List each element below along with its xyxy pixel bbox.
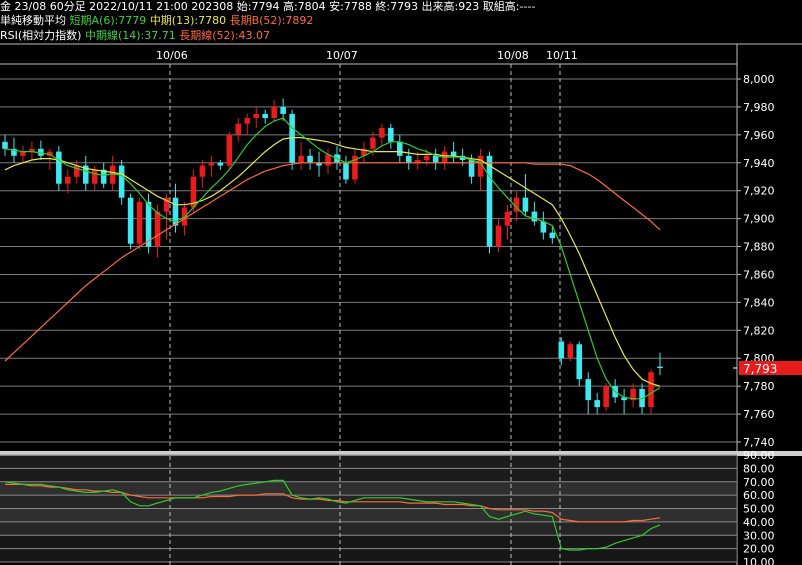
candle-body [594, 400, 600, 408]
last-price-marker: 7,793 [733, 361, 802, 376]
candle-body [522, 197, 529, 212]
price-tick-label: 7,880 [743, 241, 775, 254]
rsi-tick-label: 70.00 [743, 476, 775, 489]
price-tick-label: 7,820 [743, 324, 775, 337]
candle-body [325, 154, 331, 166]
candle-body [307, 155, 313, 163]
candle-body [423, 155, 430, 160]
price-tick-label: 7,840 [743, 296, 775, 309]
candle-body [226, 134, 233, 166]
candle-body [65, 176, 71, 184]
rsi-tick-label: 10.00 [743, 556, 775, 565]
candle-body [486, 155, 493, 247]
candle-body [280, 106, 286, 114]
rsi-band [0, 521, 737, 536]
candle-body [217, 162, 224, 166]
candle-body [405, 155, 412, 163]
date-label: 10/08 [497, 49, 529, 62]
candle-body [388, 127, 394, 142]
candle-body [549, 232, 556, 239]
last-price-label: 7,793 [743, 362, 777, 376]
candle-body [603, 386, 609, 408]
rsi-band [0, 481, 737, 496]
candle-body [20, 151, 26, 156]
date-label: 10/06 [156, 49, 188, 62]
rsi-grid [0, 454, 737, 563]
candle-body [576, 344, 583, 380]
candle-body [540, 221, 547, 233]
candle-body [531, 211, 538, 222]
candle-body [567, 344, 574, 359]
rsi-tick-label: 60.00 [743, 489, 775, 502]
price-tick-label: 8,000 [743, 73, 775, 86]
candle-body [91, 169, 98, 184]
candle-body [370, 137, 376, 149]
rsi-tick-label: 50.00 [743, 503, 775, 516]
candle-body [253, 113, 260, 119]
candle-body [56, 151, 62, 184]
candle-body [118, 165, 125, 198]
candle-body [127, 197, 134, 244]
candle-body [450, 151, 457, 156]
candle-body [271, 106, 277, 119]
date-labels: 10/06 10/07 10/08 10/11 [156, 49, 578, 62]
candle-body [397, 141, 403, 156]
candle-body [208, 162, 215, 166]
candle-body [585, 379, 592, 401]
rsi-tick-label: 30.00 [743, 529, 775, 542]
candle-body [343, 162, 349, 180]
candle-body [298, 155, 304, 163]
price-tick-label: 7,940 [743, 157, 775, 170]
rsi-tick-label: 40.00 [743, 516, 775, 529]
candle-body [648, 372, 654, 408]
candle-body [262, 113, 268, 119]
y-axis-labels: 8,000 7,980 7,960 7,940 7,920 7,900 7,880 7,860… [743, 73, 775, 565]
candle-body [136, 201, 143, 244]
price-tick-label: 7,920 [743, 185, 775, 198]
price-tick-label: 7,860 [743, 268, 775, 281]
candle-body [657, 366, 663, 369]
price-tick-label: 7,740 [743, 436, 775, 449]
candle-body [2, 141, 8, 149]
date-label: 10/11 [546, 49, 578, 62]
candle-body [154, 211, 161, 247]
price-tick-label: 7,960 [743, 129, 775, 142]
price-tick-label: 7,760 [743, 408, 775, 421]
rsi-tick-label: 80.00 [743, 462, 775, 475]
candle-body [244, 118, 251, 124]
price-tick-label: 7,780 [743, 380, 775, 393]
price-tick-label: 7,980 [743, 101, 775, 114]
candle-body [235, 123, 242, 135]
rsi-tick-label: 20.00 [743, 543, 775, 556]
candle-body [199, 165, 206, 177]
candle-body [504, 211, 511, 226]
candle-body [432, 155, 439, 163]
date-label: 10/07 [326, 49, 358, 62]
price-chart[interactable]: 10/06 10/07 10/08 10/11 8,000 7,980 7,960 7,94… [0, 0, 802, 565]
rsi-band [0, 508, 737, 522]
ma-long-line [4, 162, 661, 362]
price-tick-label: 7,900 [743, 213, 775, 226]
candle-body [379, 127, 385, 138]
candle-body [495, 225, 502, 247]
candlesticks [2, 98, 663, 415]
rsi-tick-label: 90.00 [743, 449, 775, 462]
candle-body [558, 341, 565, 359]
